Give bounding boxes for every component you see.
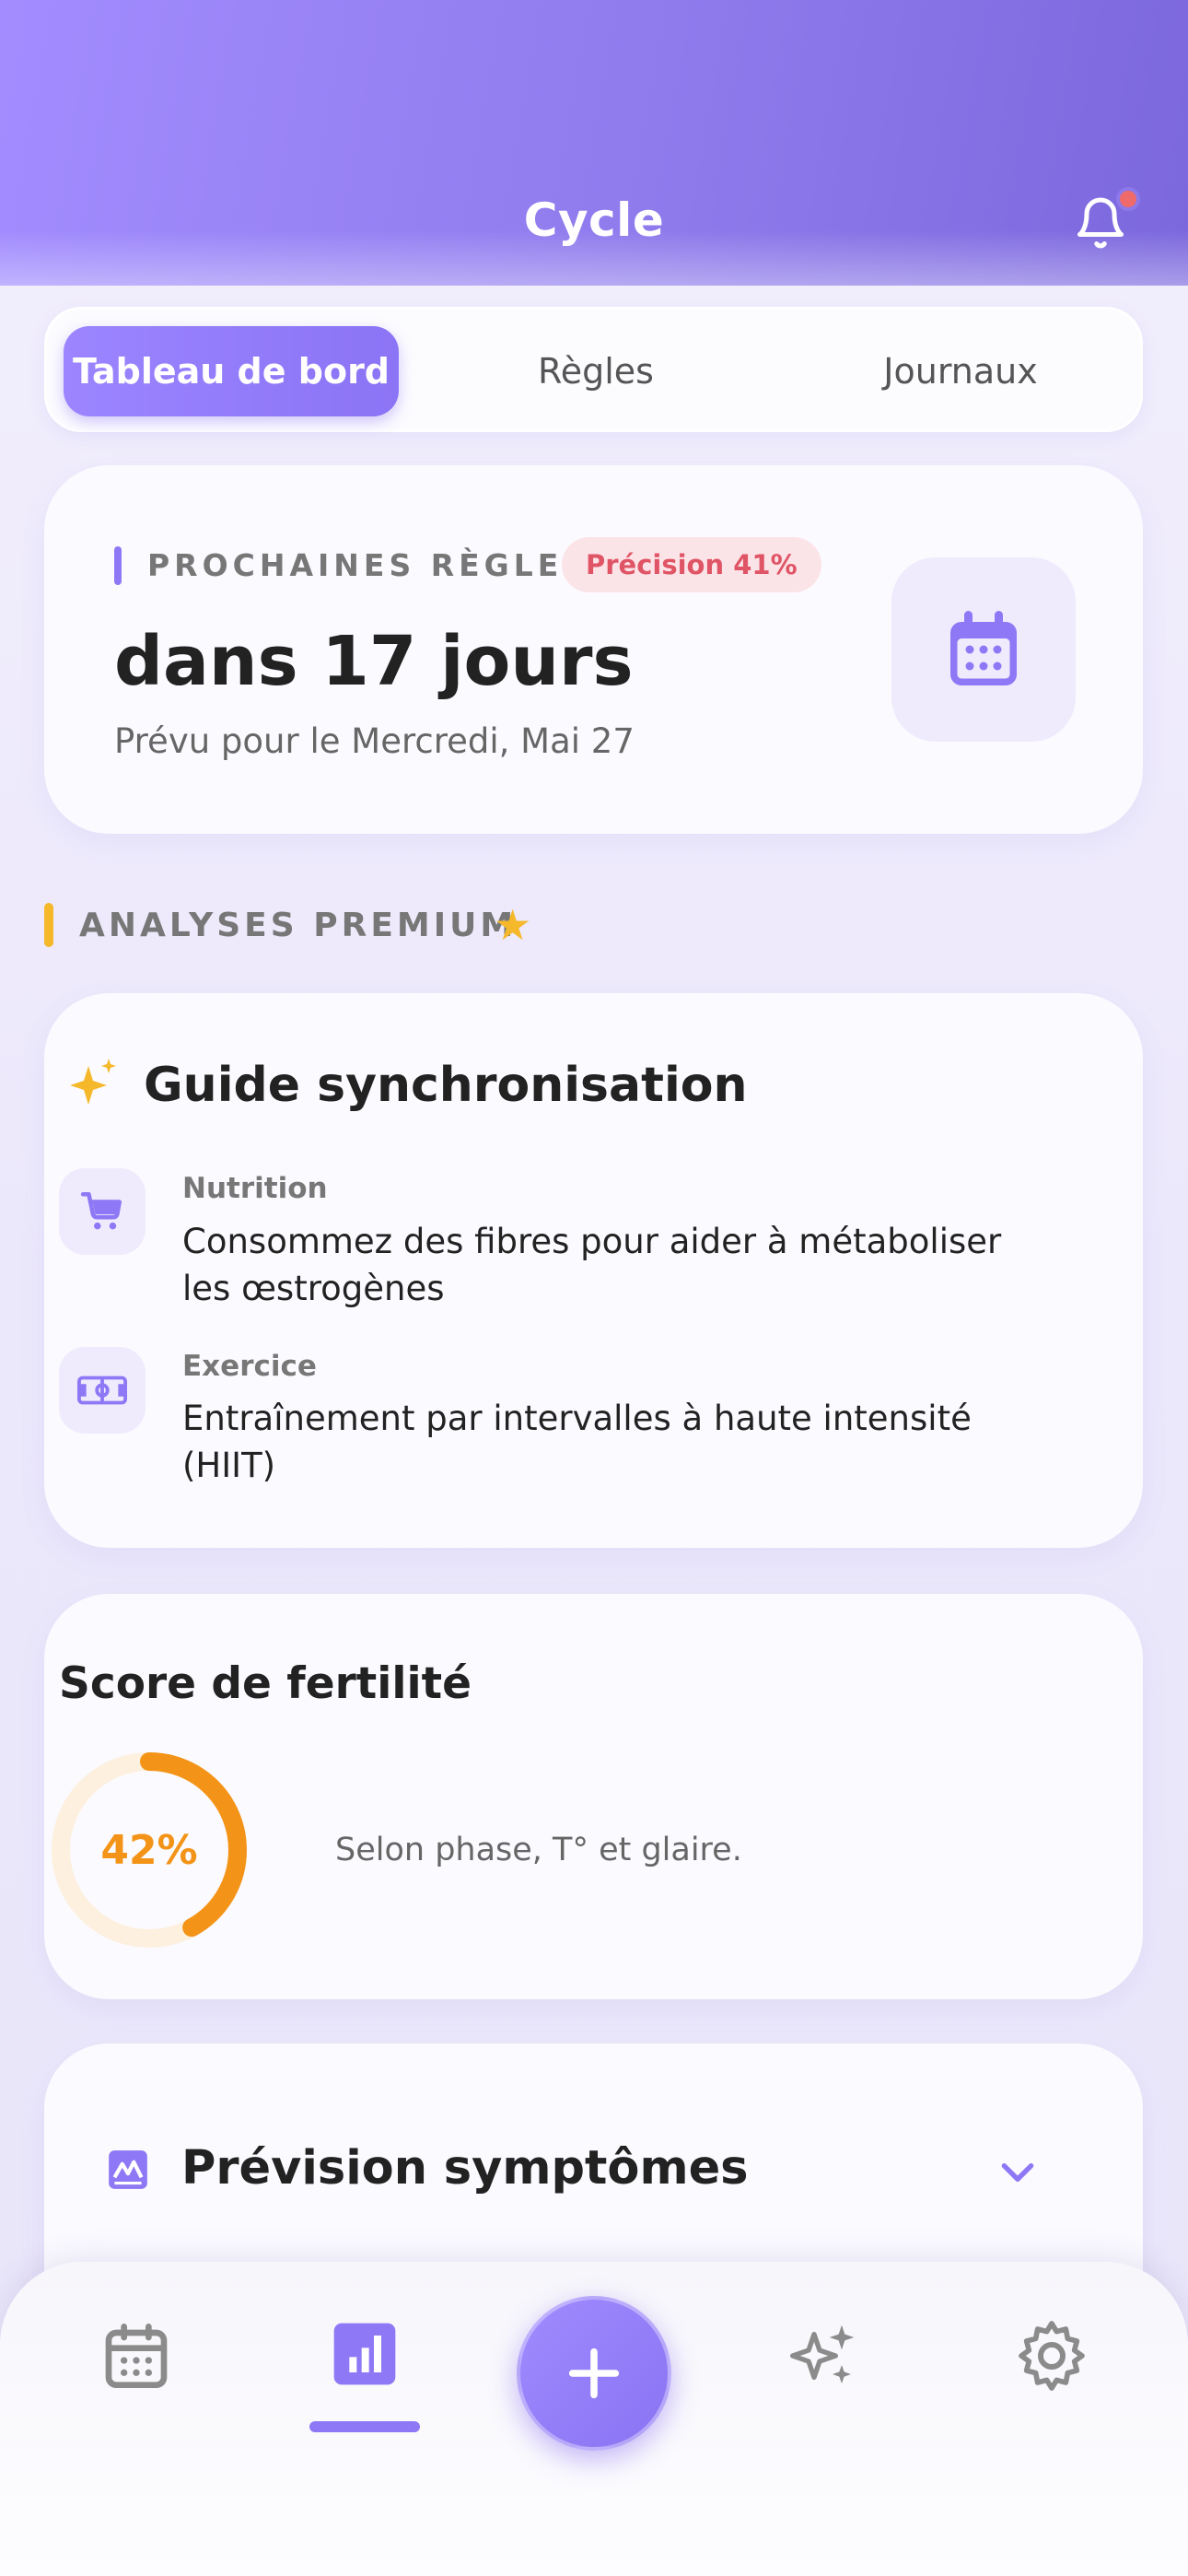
tab-bar: Tableau de bord Règles Journaux xyxy=(44,307,1143,432)
precision-badge: Précision 41% xyxy=(562,537,821,592)
fertility-description: Selon phase, T° et glaire. xyxy=(335,1832,742,1868)
tab-tableau-de-bord[interactable]: Tableau de bord xyxy=(64,326,399,416)
page-title: Cycle xyxy=(523,193,665,247)
calendar-button[interactable] xyxy=(891,557,1076,742)
gear-icon[interactable] xyxy=(1015,2319,1089,2393)
exercise-tip: Entraînement par intervalles à haute int… xyxy=(182,1399,972,1485)
exercise-icon-box xyxy=(59,1347,146,1434)
notification-dot xyxy=(1116,187,1140,211)
premium-accent-bar xyxy=(44,903,53,947)
days-until-period: dans 17 jours xyxy=(114,622,634,701)
star-icon: ★ xyxy=(494,900,532,950)
insights-icon[interactable] xyxy=(328,2317,402,2391)
next-period-label: PROCHAINES RÈGLES xyxy=(147,547,590,583)
cart-icon xyxy=(80,1191,122,1230)
next-period-card[interactable]: PROCHAINES RÈGLES Précision 41% dans 17 … xyxy=(44,465,1143,834)
bottom-nav xyxy=(0,2262,1188,2576)
fertility-title: Score de fertilité xyxy=(59,1658,472,1709)
tab-regles[interactable]: Règles xyxy=(428,326,763,416)
sparkles-icon[interactable] xyxy=(786,2319,860,2393)
accent-bar xyxy=(114,546,122,585)
chevron-down-icon[interactable] xyxy=(995,2149,1041,2195)
nutrition-icon-box xyxy=(59,1168,146,1255)
exercise-category: Exercice xyxy=(182,1350,317,1383)
fertility-score: 42% xyxy=(100,1826,198,1874)
predicted-date: Prévu pour le Mercredi, Mai 27 xyxy=(114,721,635,761)
calendar-icon[interactable] xyxy=(99,2319,173,2393)
add-button[interactable] xyxy=(517,2296,671,2451)
nutrition-tip: Consommez des fibres pour aider à métabo… xyxy=(182,1222,1002,1308)
chart-icon xyxy=(109,2150,147,2189)
add-icon xyxy=(568,2348,620,2399)
guide-title: Guide synchronisation xyxy=(144,1058,748,1113)
nutrition-category: Nutrition xyxy=(182,1172,328,1205)
symptom-forecast-title: Prévision symptômes xyxy=(181,2141,749,2195)
sparkle-icon xyxy=(70,1059,116,1105)
tab-journaux[interactable]: Journaux xyxy=(793,326,1128,416)
premium-section-label: ANALYSES PREMIUM xyxy=(79,907,518,944)
fitness-icon xyxy=(77,1376,127,1405)
active-tab-indicator xyxy=(309,2421,420,2432)
calendar-icon xyxy=(950,611,1017,685)
